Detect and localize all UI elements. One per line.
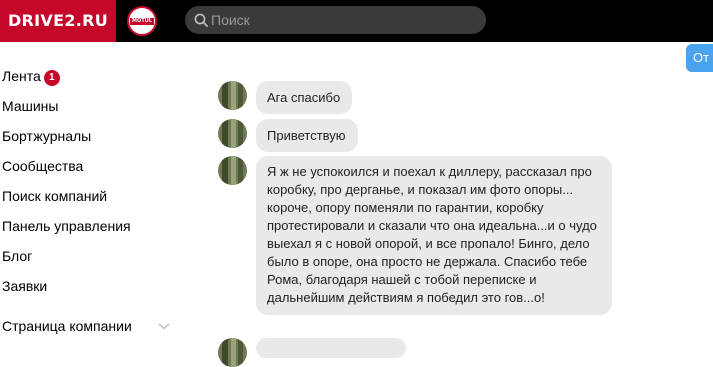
- avatar[interactable]: [218, 81, 247, 110]
- avatar[interactable]: [218, 338, 247, 367]
- message-bubble: Я ж не успокоился и поехал к диллеру, ра…: [256, 156, 612, 315]
- sidebar-item-communities[interactable]: Сообщества: [2, 154, 83, 178]
- search-bar[interactable]: [185, 6, 486, 34]
- feed-count-badge: 1: [43, 70, 60, 86]
- action-button[interactable]: От: [686, 44, 713, 72]
- top-bar: DRIVE2.RU MOTUL: [0, 0, 713, 42]
- sidebar-item-control-panel[interactable]: Панель управления: [2, 214, 131, 238]
- sidebar-item-label: Лента: [2, 68, 41, 84]
- sidebar-item-blog[interactable]: Блог: [2, 244, 32, 268]
- avatar[interactable]: [218, 156, 247, 185]
- partner-badge-logo[interactable]: MOTUL: [127, 6, 157, 36]
- sidebar-item-feed[interactable]: Лента 1: [2, 64, 60, 88]
- search-input[interactable]: [211, 9, 471, 31]
- search-icon: [194, 13, 208, 27]
- message-bubble: [256, 338, 406, 358]
- sidebar-item-requests[interactable]: Заявки: [2, 274, 47, 298]
- chevron-down-icon[interactable]: [157, 321, 171, 331]
- partner-badge-text: MOTUL: [130, 18, 154, 25]
- avatar[interactable]: [218, 119, 247, 148]
- sidebar-item-cars[interactable]: Машины: [2, 94, 58, 118]
- site-logo[interactable]: DRIVE2.RU: [0, 0, 116, 42]
- sidebar-item-company-search[interactable]: Поиск компаний: [2, 184, 107, 208]
- message-bubble: Приветствую: [256, 119, 358, 152]
- sidebar-item-logbooks[interactable]: Бортжурналы: [2, 124, 91, 148]
- message-bubble: Ага спасибо: [256, 81, 353, 114]
- sidebar-item-company-page[interactable]: Страница компании: [2, 314, 132, 338]
